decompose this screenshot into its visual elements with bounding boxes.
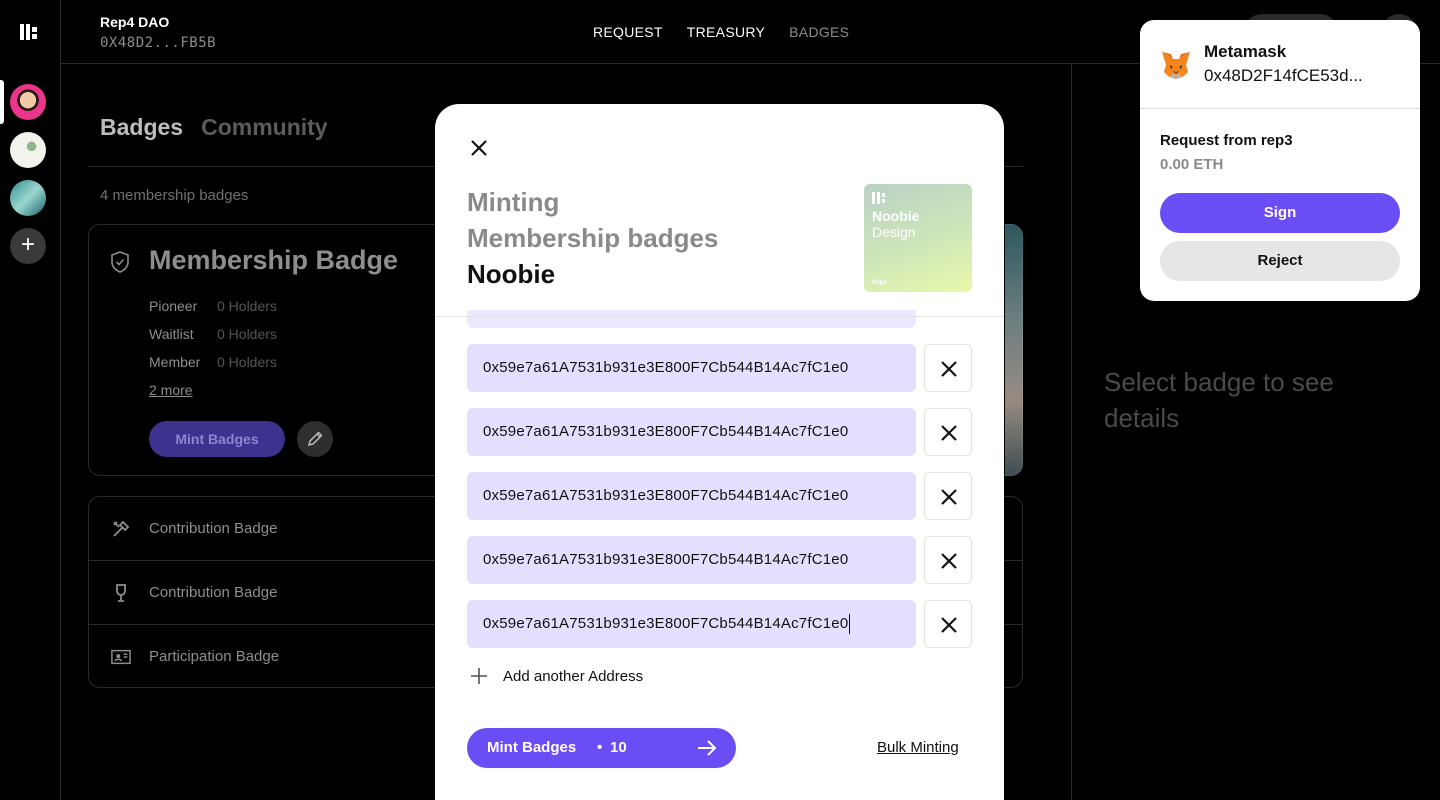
metamask-divider [1140, 108, 1420, 109]
tier-holders: 0 Holders [217, 326, 277, 342]
modal-title: Minting Membership badges Noobie [467, 184, 718, 292]
left-rail: + [0, 0, 61, 800]
badge-list-label: Contribution Badge [149, 584, 278, 601]
nav-request[interactable]: REQUEST [593, 24, 663, 40]
rep3-logo-icon[interactable] [20, 24, 38, 40]
tier-name: Waitlist [149, 326, 194, 342]
modal-title-line1: Minting [467, 187, 560, 217]
metamask-fox-icon [1162, 52, 1190, 79]
add-dao-button[interactable]: + [10, 228, 46, 264]
rep3-logo-icon [872, 192, 886, 204]
content-tabs: Badges Community [100, 114, 328, 141]
remove-address-button[interactable] [924, 472, 972, 520]
remove-address-button[interactable] [924, 536, 972, 584]
select-badge-hint: Select badge to see details [1104, 367, 1334, 433]
edit-badge-button[interactable] [297, 421, 333, 457]
id-card-icon [111, 649, 131, 665]
address-row: 0x59e7a61A7531b931e3E800F7Cb544B14Ac7fC1… [467, 536, 972, 584]
mint-button-count: 10 [610, 739, 627, 756]
request-amount: 0.00 ETH [1160, 156, 1224, 173]
tier-name: Member [149, 354, 201, 370]
badge-preview-image [1005, 224, 1023, 476]
modal-divider [435, 316, 1004, 317]
pencil-icon [307, 431, 323, 447]
remove-address-button[interactable] [924, 600, 972, 648]
more-tiers-link[interactable]: 2 more [149, 382, 193, 398]
address-row: 0x59e7a61A7531b931e3E800F7Cb544B14Ac7fC1… [467, 472, 972, 520]
mint-badges-modal: Minting Membership badges Noobie Noobie … [435, 104, 1004, 800]
add-address-button[interactable]: Add another Address [467, 664, 643, 688]
address-input-scrolled[interactable] [467, 310, 916, 328]
close-icon [941, 361, 957, 377]
address-row: 0x59e7a61A7531b931e3E800F7Cb544B14Ac7fC1… [467, 408, 972, 456]
modal-title-line2: Membership badges [467, 223, 719, 253]
modal-title-badge-name: Noobie [467, 259, 556, 289]
tier-row: Member 0 Holders [149, 354, 277, 370]
nav-treasury[interactable]: TREASURY [687, 24, 765, 40]
close-icon[interactable] [467, 136, 491, 160]
tier-holders: 0 Holders [217, 354, 277, 370]
address-input[interactable]: 0x59e7a61A7531b931e3E800F7Cb544B14Ac7fC1… [467, 408, 916, 456]
dao-avatar-rep4[interactable] [10, 84, 46, 120]
dao-name: Rep4 DAO [100, 14, 170, 30]
badge-list-label: Participation Badge [149, 648, 280, 665]
trophy-icon [116, 584, 126, 602]
thumbnail-subtitle: Design [872, 224, 916, 240]
sign-button[interactable]: Sign [1160, 193, 1400, 233]
active-dao-indicator [0, 80, 4, 124]
close-icon [941, 617, 957, 633]
add-address-label: Add another Address [503, 667, 644, 685]
membership-badge-title: Membership Badge [149, 245, 399, 275]
mint-button-label: Mint Badges [487, 739, 577, 756]
address-input[interactable]: 0x59e7a61A7531b931e3E800F7Cb544B14Ac7fC1… [467, 536, 916, 584]
tools-icon [113, 520, 130, 537]
thumbnail-title: Noobie [872, 208, 920, 224]
main-nav: REQUEST TREASURY BADGES [593, 24, 849, 40]
app-root: + Rep4 DAO 0X48D2...FB5B REQUEST TREASUR… [0, 0, 1440, 800]
thumbnail-footer: Rep3 [872, 280, 887, 286]
tier-holders: 0 Holders [217, 298, 277, 314]
metamask-popup: Metamask 0x48D2F14fCE53d... Request from… [1140, 20, 1420, 301]
remove-address-button[interactable] [924, 408, 972, 456]
mint-badges-button[interactable]: Mint Badges [149, 421, 285, 457]
tier-row: Waitlist 0 Holders [149, 326, 277, 342]
remove-address-button[interactable] [924, 344, 972, 392]
mint-button-separator: • [597, 739, 603, 756]
nav-badges[interactable]: BADGES [789, 24, 849, 40]
tab-badges[interactable]: Badges [100, 114, 183, 141]
address-input[interactable]: 0x59e7a61A7531b931e3E800F7Cb544B14Ac7fC1… [467, 344, 916, 392]
address-row: 0x59e7a61A7531b931e3E800F7Cb544B14Ac7fC1… [467, 344, 972, 392]
tier-row: Pioneer 0 Holders [149, 298, 277, 314]
dao-avatar-2[interactable] [10, 132, 46, 168]
close-icon [941, 425, 957, 441]
close-icon [941, 553, 957, 569]
request-origin: Request from rep3 [1160, 132, 1293, 149]
metamask-address: 0x48D2F14fCE53d... [1204, 66, 1363, 85]
address-input-focused[interactable]: 0x59e7a61A7531b931e3E800F7Cb544B14Ac7fC1… [467, 600, 916, 648]
dao-avatar-3[interactable] [10, 180, 46, 216]
tab-community[interactable]: Community [201, 114, 328, 141]
tier-name: Pioneer [149, 298, 198, 314]
arrow-right-icon [698, 740, 717, 756]
badge-list-label: Contribution Badge [149, 520, 278, 537]
shield-icon [111, 251, 129, 273]
bulk-minting-link[interactable]: Bulk Minting [877, 739, 959, 756]
plus-icon [471, 668, 487, 684]
address-row: 0x59e7a61A7531b931e3E800F7Cb544B14Ac7fC1… [467, 600, 972, 648]
dao-address[interactable]: 0X48D2...FB5B [100, 35, 216, 51]
badge-thumbnail: Noobie Design Rep3 [864, 184, 972, 292]
metamask-name: Metamask [1204, 42, 1287, 61]
mint-badges-submit-button[interactable]: Mint Badges • 10 [467, 728, 736, 768]
reject-button[interactable]: Reject [1160, 241, 1400, 281]
close-icon [941, 489, 957, 505]
address-input[interactable]: 0x59e7a61A7531b931e3E800F7Cb544B14Ac7fC1… [467, 472, 916, 520]
badges-count: 4 membership badges [100, 187, 249, 204]
